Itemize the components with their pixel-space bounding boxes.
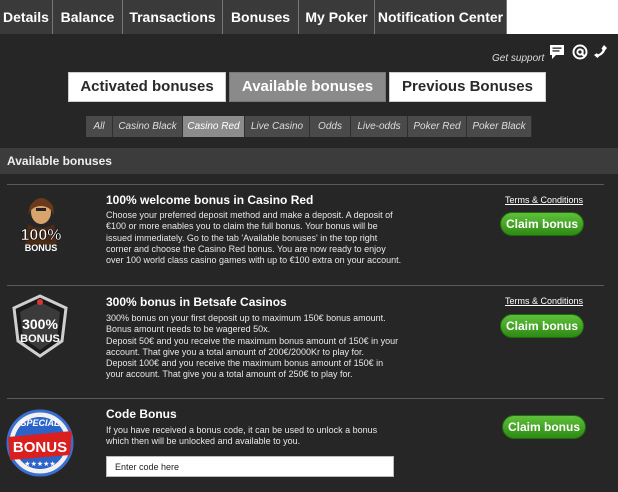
tab-previous-bonuses[interactable]: Previous Bonuses: [389, 72, 546, 102]
offer-description: If you have received a bonus code, it ca…: [106, 425, 378, 447]
section-title: Available bonuses: [0, 148, 618, 174]
badge-special-text: SPECIAL: [20, 418, 59, 428]
offer-description: 300% bonus on your first deposit up to m…: [106, 313, 399, 380]
tab-transactions[interactable]: Transactions: [123, 0, 223, 34]
badge-sub-text: BONUS: [25, 243, 58, 253]
filter-odds[interactable]: Odds: [310, 116, 351, 137]
offer-title: Code Bonus: [106, 407, 177, 421]
bonus-300-logo: 300% BONUS: [8, 293, 72, 359]
filter-bar: All Casino Black Casino Red Live Casino …: [86, 116, 532, 137]
chat-icon[interactable]: [549, 44, 565, 60]
svg-text:★★★★★: ★★★★★: [24, 460, 55, 468]
filter-casino-red[interactable]: Casino Red: [183, 116, 245, 137]
bonus-code-input[interactable]: [106, 456, 394, 477]
phone-icon[interactable]: [593, 44, 609, 60]
divider: [7, 398, 604, 399]
filter-casino-black[interactable]: Casino Black: [113, 116, 183, 137]
badge-sub-text: BONUS: [20, 333, 60, 345]
top-navigation: Details Balance Transactions Bonuses My …: [0, 0, 618, 34]
offer-title: 300% bonus in Betsafe Casinos: [106, 295, 287, 309]
filter-all[interactable]: All: [86, 116, 113, 137]
tab-my-poker[interactable]: My Poker: [299, 0, 375, 34]
badge-percent-text: 100%: [21, 227, 62, 244]
tab-bonuses[interactable]: Bonuses: [223, 0, 299, 34]
divider: [7, 184, 604, 185]
special-bonus-logo: SPECIAL BONUS ★★★★★: [6, 406, 74, 480]
tab-available-bonuses[interactable]: Available bonuses: [229, 72, 386, 102]
filter-poker-black[interactable]: Poker Black: [467, 116, 532, 137]
filter-live-odds[interactable]: Live-odds: [351, 116, 408, 137]
filter-poker-red[interactable]: Poker Red: [408, 116, 467, 137]
claim-bonus-button[interactable]: Claim bonus: [502, 415, 586, 439]
offer-title: 100% welcome bonus in Casino Red: [106, 193, 314, 207]
get-support-label[interactable]: Get support: [492, 53, 544, 64]
divider: [7, 285, 604, 286]
offer-description: Choose your preferred deposit method and…: [106, 210, 402, 266]
email-icon[interactable]: [572, 44, 588, 60]
claim-bonus-button[interactable]: Claim bonus: [500, 314, 584, 338]
filter-live-casino[interactable]: Live Casino: [245, 116, 310, 137]
terms-conditions-link[interactable]: Terms & Conditions: [505, 296, 583, 306]
tab-balance[interactable]: Balance: [53, 0, 123, 34]
claim-bonus-button[interactable]: Claim bonus: [500, 212, 584, 236]
tab-notification-center[interactable]: Notification Center: [375, 0, 507, 34]
badge-sub-text: BONUS: [13, 439, 67, 456]
badge-percent-text: 300%: [22, 316, 58, 332]
tab-details[interactable]: Details: [0, 0, 53, 34]
tab-activated-bonuses[interactable]: Activated bonuses: [68, 72, 226, 102]
bonus-100-logo: 100% BONUS: [10, 191, 72, 261]
terms-conditions-link[interactable]: Terms & Conditions: [505, 195, 583, 205]
